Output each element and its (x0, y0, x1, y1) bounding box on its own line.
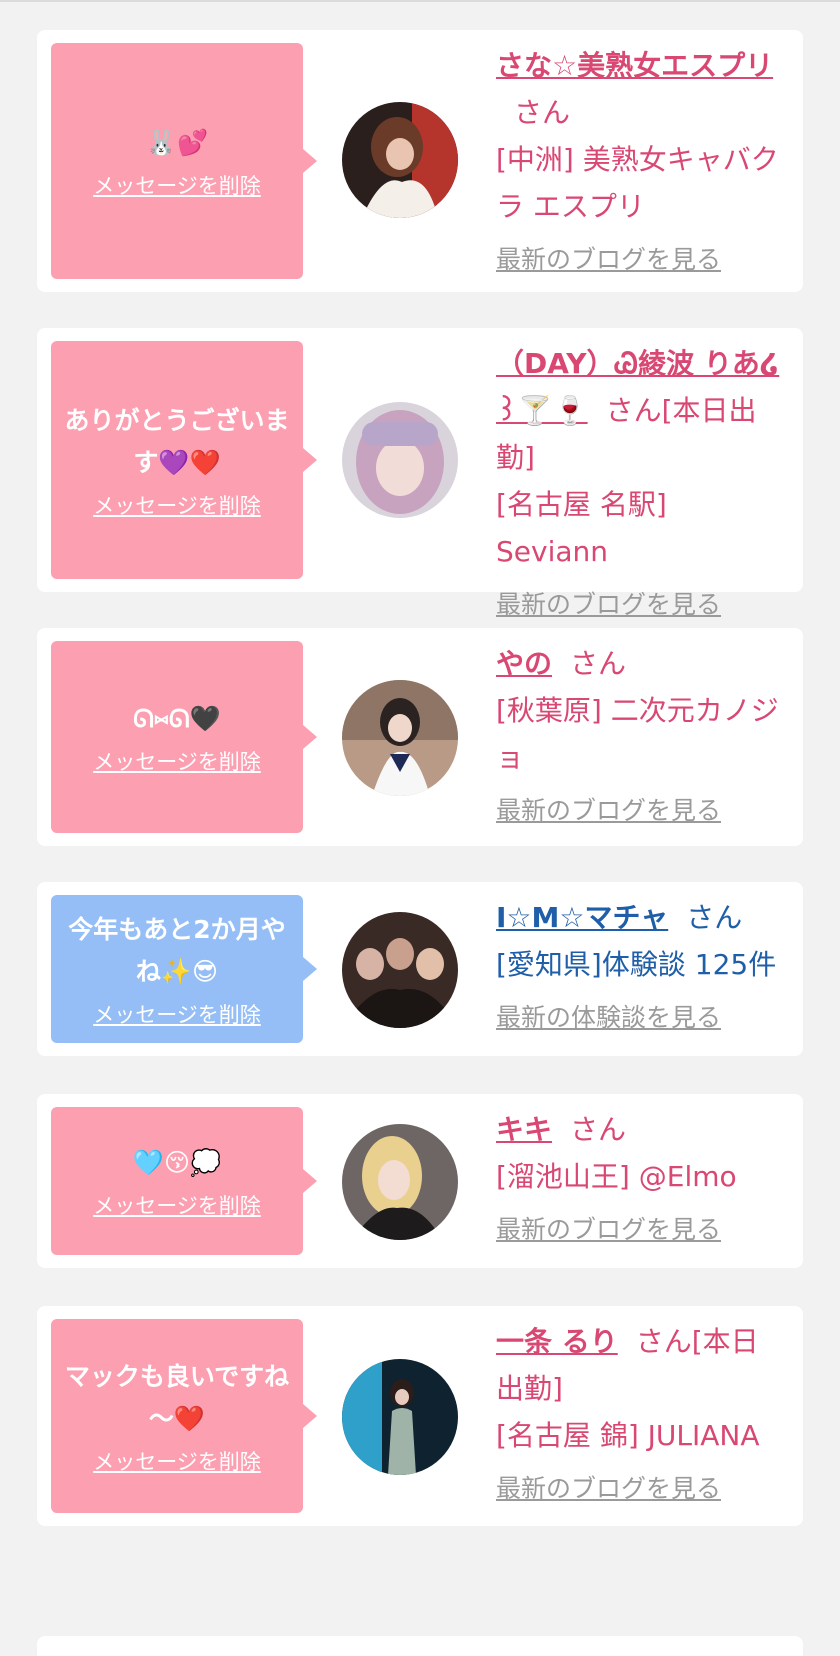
honorific: さん (570, 647, 627, 680)
sender-name-link[interactable]: I☆M☆マチャ (496, 901, 668, 934)
message-text: ᘏ⑅ᘏ🖤 (133, 704, 221, 733)
sender-name-link[interactable]: キキ (496, 1113, 552, 1146)
latest-blog-link[interactable]: 最新のブログを見る (496, 1210, 786, 1250)
latest-reviews-link[interactable]: 最新の体験談を見る (496, 998, 786, 1038)
shop-label: [中洲] 美熟女キャバクラ エスプリ (496, 143, 779, 223)
honorific: さん (514, 96, 571, 129)
avatar[interactable] (342, 402, 458, 518)
delete-message-link[interactable]: メッセージを削除 (93, 1190, 261, 1220)
shop-label: [名古屋 錦] JULIANA (496, 1419, 760, 1452)
shop-label: [秋葉原] 二次元カノジョ (496, 694, 779, 774)
sender-name-link[interactable]: 一条 るり (496, 1325, 618, 1358)
sender-info: 一条 るり さん[本日出勤] [名古屋 錦] JULIANA 最新のブログを見る (496, 1318, 786, 1509)
avatar[interactable] (342, 1359, 458, 1475)
message-bubble: ᘏ⑅ᘏ🖤 メッセージを削除 (51, 641, 317, 833)
latest-blog-link[interactable]: 最新のブログを見る (496, 1469, 786, 1509)
latest-blog-link[interactable]: 最新のブログを見る (496, 791, 786, 831)
sender-name-link[interactable]: さな☆美熟女エスプリ (496, 49, 773, 82)
message-card: ᘏ⑅ᘏ🖤 メッセージを削除 やの さん [秋葉原] 二次元カノジョ 最新のブログを… (37, 628, 803, 846)
top-divider (0, 0, 840, 2)
message-bubble: 今年もあと2か月やね✨😎 メッセージを削除 (51, 895, 317, 1043)
message-card: 🩵😚💭 メッセージを削除 キキ さん [溜池山王] @Elmo 最新のブログを見る (37, 1094, 803, 1268)
delete-message-link[interactable]: メッセージを削除 (93, 746, 261, 776)
message-text: 今年もあと2か月やね✨😎 (68, 915, 286, 986)
sender-info: さな☆美熟女エスプリさん [中洲] 美熟女キャバクラ エスプリ 最新のブログを見… (496, 42, 786, 280)
sender-info: （DAY）Ꮚ綾波 りあ໒꒱🍸🍷 さん[本日出勤] [名古屋 名駅] Seviann… (496, 340, 786, 625)
message-bubble: 🩵😚💭 メッセージを削除 (51, 1107, 317, 1255)
message-text: 🩵😚💭 (132, 1148, 222, 1177)
message-bubble: マックも良いですね～❤️ メッセージを削除 (51, 1319, 317, 1513)
message-card: マックも良いですね～❤️ メッセージを削除 一条 るり さん[本日出勤] [名古屋… (37, 1306, 803, 1526)
delete-message-link[interactable]: メッセージを削除 (93, 490, 261, 520)
sender-info: I☆M☆マチャ さん [愛知県]体験談 125件 最新の体験談を見る (496, 894, 786, 1038)
honorific: さん (686, 901, 743, 934)
message-text: ありがとうございます💜❤️ (64, 406, 290, 477)
message-text: マックも良いですね～❤️ (64, 1362, 290, 1433)
message-text: 🐰💕 (145, 128, 209, 157)
avatar[interactable] (342, 102, 458, 218)
next-message-card (37, 1636, 803, 1656)
avatar[interactable] (342, 680, 458, 796)
shop-label: [愛知県]体験談 125件 (496, 948, 777, 981)
delete-message-link[interactable]: メッセージを削除 (93, 1446, 261, 1476)
delete-message-link[interactable]: メッセージを削除 (93, 999, 261, 1029)
message-card: 🐰💕 メッセージを削除 さな☆美熟女エスプリさん [中洲] 美熟女キャバクラ エ… (37, 30, 803, 292)
avatar[interactable] (342, 912, 458, 1028)
message-card: 今年もあと2か月やね✨😎 メッセージを削除 I☆M☆マチャ さん [愛知県]体験談… (37, 882, 803, 1056)
sender-info: やの さん [秋葉原] 二次元カノジョ 最新のブログを見る (496, 640, 786, 831)
latest-blog-link[interactable]: 最新のブログを見る (496, 240, 786, 280)
message-bubble: ありがとうございます💜❤️ メッセージを削除 (51, 341, 317, 579)
sender-info: キキ さん [溜池山王] @Elmo 最新のブログを見る (496, 1106, 786, 1250)
honorific: さん (570, 1113, 627, 1146)
message-card: ありがとうございます💜❤️ メッセージを削除 （DAY）Ꮚ綾波 りあ໒꒱🍸🍷 さん… (37, 328, 803, 619)
avatar[interactable] (342, 1124, 458, 1240)
latest-blog-link[interactable]: 最新のブログを見る (496, 585, 786, 625)
message-bubble: 🐰💕 メッセージを削除 (51, 43, 317, 279)
shop-label: [溜池山王] @Elmo (496, 1160, 737, 1193)
shop-label: [名古屋 名駅] Seviann (496, 488, 667, 568)
delete-message-link[interactable]: メッセージを削除 (93, 170, 261, 200)
sender-name-link[interactable]: やの (496, 647, 552, 680)
